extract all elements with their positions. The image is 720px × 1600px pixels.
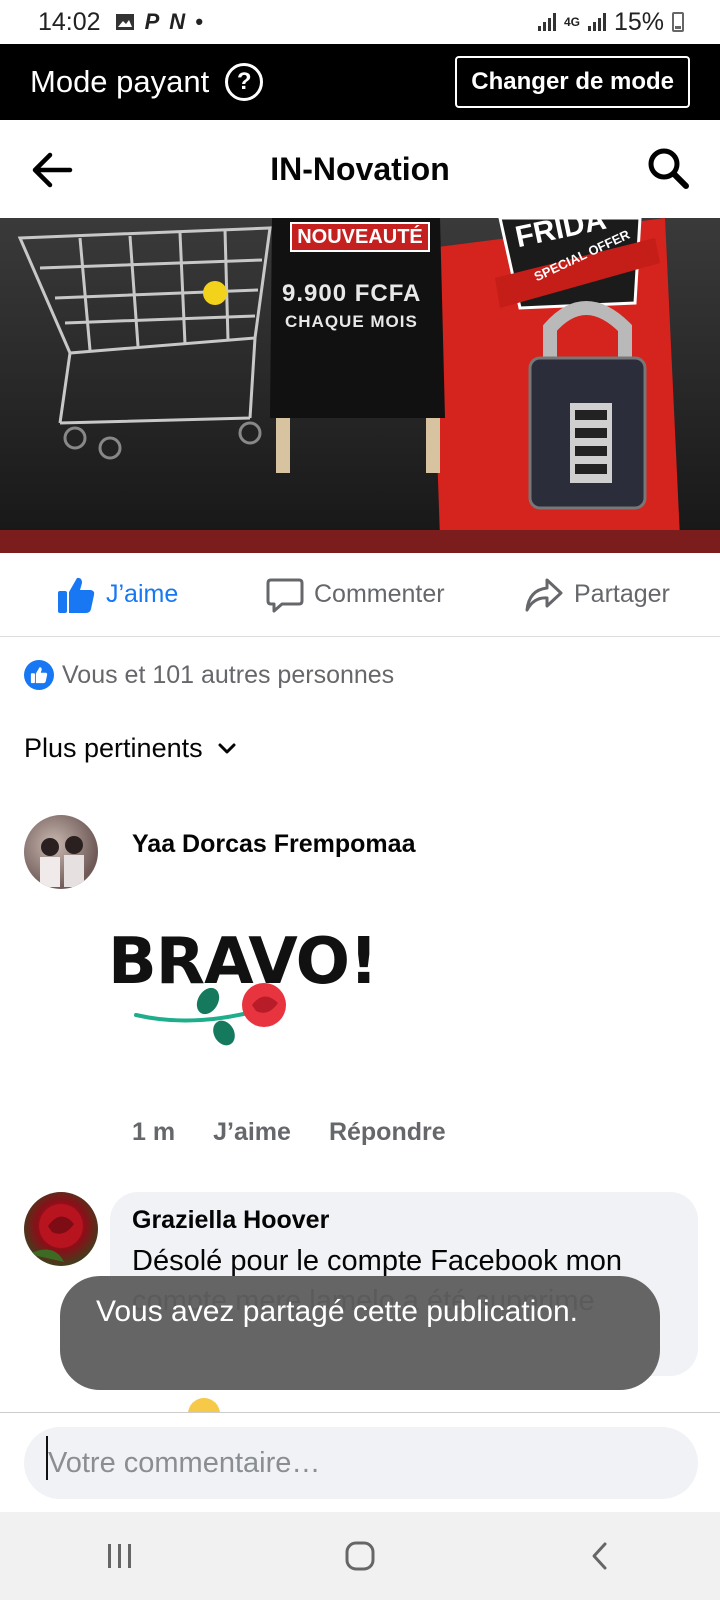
change-mode-button[interactable]: Changer de mode bbox=[455, 56, 690, 108]
post-image[interactable]: NOUVEAUTÉ 9.900 FCFA CHAQUE MOIS FRIDA S… bbox=[0, 218, 720, 553]
recent-apps-icon[interactable] bbox=[90, 1526, 150, 1586]
arrow-left-icon[interactable] bbox=[30, 148, 74, 192]
reactions-summary[interactable]: Vous et 101 autres personnes bbox=[24, 660, 394, 690]
comment-time: 1 m bbox=[132, 1118, 176, 1146]
avatar[interactable] bbox=[24, 815, 98, 889]
mode-title: Mode payant bbox=[30, 64, 210, 99]
comment-like-button[interactable]: J’aime bbox=[213, 1118, 291, 1147]
comment-button[interactable]: Commenter bbox=[266, 576, 445, 614]
thumbs-up-icon bbox=[58, 577, 95, 613]
toast-message: Vous avez partagé cette publication. bbox=[60, 1276, 660, 1390]
banner-subtitle: CHAQUE MOIS bbox=[285, 312, 418, 331]
reactions-text: Vous et 101 autres personnes bbox=[62, 660, 395, 689]
like-reaction-icon bbox=[24, 660, 54, 690]
avatar[interactable] bbox=[24, 1192, 98, 1266]
comment-sort-dropdown[interactable]: Plus pertinents bbox=[24, 733, 237, 764]
system-nav-bar bbox=[0, 1512, 720, 1600]
banner-price: 9.900 FCFA bbox=[282, 280, 422, 307]
dot-icon: • bbox=[195, 9, 203, 34]
battery-icon bbox=[672, 12, 684, 32]
home-icon[interactable] bbox=[330, 1526, 390, 1586]
page-title: IN-Novation bbox=[270, 150, 450, 187]
like-button[interactable]: J’aime bbox=[56, 575, 178, 615]
help-icon[interactable]: ? bbox=[225, 63, 264, 101]
comment-composer bbox=[0, 1412, 720, 1512]
comment-icon bbox=[266, 578, 304, 612]
network-type: 4G bbox=[563, 14, 580, 29]
comment-reply-button[interactable]: Répondre bbox=[329, 1118, 446, 1147]
bravo-sticker: BRAVO! bbox=[108, 925, 378, 1075]
signal-icon bbox=[537, 13, 556, 31]
comment-author[interactable]: Yaa Dorcas Frempomaa bbox=[132, 830, 415, 859]
page-header: IN-Novation bbox=[0, 120, 720, 218]
n-icon: N bbox=[169, 9, 186, 34]
rose-icon bbox=[134, 983, 286, 1046]
post-actions: J’aime Commenter Partager bbox=[0, 553, 720, 637]
share-label: Partager bbox=[574, 580, 670, 608]
comment-input[interactable] bbox=[24, 1427, 698, 1499]
share-button[interactable]: Partager bbox=[524, 576, 670, 614]
text-cursor bbox=[46, 1436, 48, 1480]
battery-percent: 15% bbox=[613, 7, 664, 36]
chevron-down-icon bbox=[218, 743, 236, 753]
share-icon bbox=[525, 578, 563, 611]
status-time: 14:02 bbox=[38, 7, 101, 36]
mode-bar: Mode payant ? Changer de mode bbox=[0, 44, 720, 120]
p-icon: P bbox=[144, 9, 160, 34]
search-icon[interactable] bbox=[646, 146, 690, 190]
signal-icon-2 bbox=[587, 13, 606, 31]
status-bar: 14:02 P N • 4G 15% bbox=[0, 0, 720, 44]
comment-label: Commenter bbox=[314, 580, 445, 608]
image-icon bbox=[115, 14, 134, 30]
back-nav-icon[interactable] bbox=[570, 1526, 630, 1586]
comment-author[interactable]: Graziella Hoover bbox=[132, 1206, 676, 1235]
comment-meta: 1 m J’aime Répondre bbox=[132, 1118, 446, 1147]
like-label: J’aime bbox=[106, 580, 179, 608]
sort-label: Plus pertinents bbox=[24, 733, 203, 763]
new-tag: NOUVEAUTÉ bbox=[290, 222, 430, 252]
